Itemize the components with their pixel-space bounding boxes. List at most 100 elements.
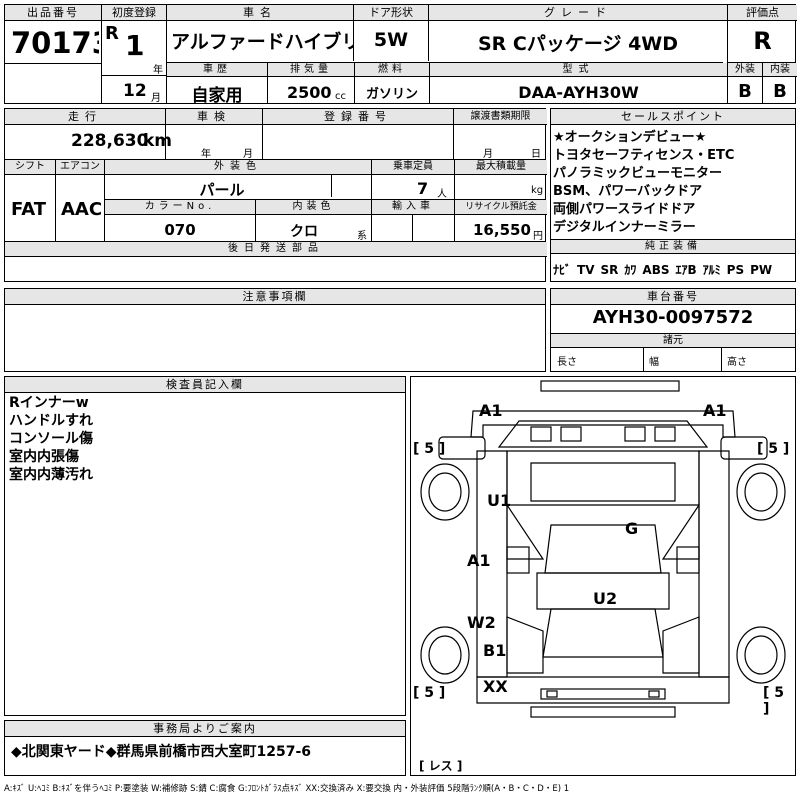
interior-color-unit: 系 [357,231,367,242]
grade-header: グレード [429,5,727,21]
equip-item: ﾅﾋﾞ [553,263,572,277]
mileage-header: 走行 [5,109,165,125]
score: R [753,27,772,55]
inspector-line: コンソール傷 [9,431,93,447]
sales-point-item: BSM、パワーバックドア [553,184,703,199]
sales-point-block: セールスポイント ★オークションデビュー★ トヨタセーフティセンス・ETC パノラミ… [550,108,796,282]
damage-mark-a1-left: A1 [467,551,491,570]
damage-mark-b1: B1 [483,641,507,660]
notes-block: 注意事項欄 [4,288,546,372]
disp-header: 排気量 [268,63,354,77]
interior-color: クロ [290,224,318,240]
score-header: 評価点 [728,5,797,21]
year-unit: 年 [153,65,163,76]
car-name: アルファードハイブリッド [171,31,353,53]
equip-item: ABS [642,263,670,277]
aircon: AAC [61,199,103,220]
reg-month: 12 [123,81,147,101]
damage-mark-a1-tl: A1 [479,401,503,420]
exterior-color: パール [199,181,245,199]
inspect-year-unit: 年 [201,149,211,160]
equip-item: ｶﾜ [624,263,637,277]
history: 自家用 [191,86,243,106]
shift-header: シフト [5,160,55,175]
tire-front-right: [ 5 ] [757,441,790,457]
sales-point-item: 両側パワースライドドア [553,202,696,217]
tire-front-left: [ 5 ] [413,441,446,457]
chassis-header: 車台番号 [551,289,795,305]
inspect-month-unit: 月 [243,149,253,160]
lot-number: 70173 [11,26,99,60]
equip-item: PS [726,263,745,277]
spare-tire: [ レス ] [419,759,463,773]
disp-unit: cc [335,91,346,102]
inspector-line: 室内内薄汚れ [9,467,93,483]
sales-point-item: デジタルインナーミラー [553,220,696,235]
damage-mark-u2: U2 [593,589,618,608]
inspector-lines: Rインナーw ハンドルすれ コンソール傷 室内内張傷 室内内薄汚れ [9,394,93,484]
color-header: 外装色 [105,160,371,175]
width-label: 幅 [649,357,659,368]
model-header: 型式 [430,63,727,77]
month-unit: 月 [151,93,161,104]
transfer-day-unit: 日 [531,149,541,160]
lot-header-cell: 出品番号 [5,5,101,21]
equip-list: ﾅﾋﾞ TV SR ｶﾜ ABS ｴｱB ｱﾙﾐ PS PW [553,261,793,278]
inspect-header: 車検 [166,109,262,125]
equip-item: PW [750,263,773,277]
ext-header: 外装 [728,63,762,77]
equip-item: ｱﾙﾐ [702,263,721,277]
length-label: 長さ [557,357,577,368]
import-header: 輸入車 [372,200,454,215]
color-number: 070 [164,221,196,239]
equip-item: TV [577,263,595,277]
shift: FAT [11,199,47,220]
sales-point-item: トヨタセーフティセンス・ETC [553,148,735,163]
damage-mark-u1: U1 [487,491,512,510]
equip-header: 純正装備 [551,240,795,254]
inspector-line: Rインナーw [9,395,89,411]
first-reg-header: 初度登録 [102,5,166,21]
sales-list: ★オークションデビュー★ トヨタセーフティセンス・ETC パノラミックビューモニター… [553,129,793,237]
damage-mark-a1-tr: A1 [703,401,727,420]
car-outline [420,380,786,718]
reg-year: 1 [125,29,145,62]
office-header: 事務局よりご案内 [5,721,405,737]
equip-item: ｴｱB [675,263,697,277]
displacement: 2500 [287,83,332,102]
era: R [105,23,119,44]
office-text: ◆北関東ヤード◆群馬県前橋市西大室町1257-6 [11,744,312,760]
transfer-header: 譲渡書類期限 [454,109,547,125]
damage-mark-xx: XX [483,677,508,696]
notes-header: 注意事項欄 [5,289,545,305]
tire-rear-left: [ 5 ] [413,685,446,701]
mileage-unit: km [143,131,173,151]
history-header: 車歴 [167,63,267,77]
damage-mark-g: G [625,519,639,538]
fuel-header: 燃料 [355,63,429,77]
load-header: 最大積載量 [455,160,547,175]
grade: SR Cパッケージ 4WD [477,33,679,55]
name-header: 車名 [167,5,353,21]
details-block: 走行 車検 登録番号 譲渡書類期限 228,630 km 年 月 月 日 シフト… [4,108,547,282]
damage-mark-w2: W2 [467,613,496,632]
chassis-number: AYH30-0097572 [592,307,754,328]
recycle-fee: 16,550 [473,221,531,239]
intcolor-header: 内装色 [256,200,371,215]
header-block: 出品番号 70173 初度登録 R 1 年 12 月 車名 アルファードハイブリ… [4,4,797,106]
legend: A:ｷｽﾞ U:ﾍｺﾐ B:ｷｽﾞを伴うﾍｺﾐ P:要塗装 W:補修跡 S:錆 … [4,784,570,794]
int-grade: B [773,81,787,102]
inspector-header: 検査員記入欄 [5,377,405,393]
capacity-unit: 人 [437,189,447,200]
fuel: ガソリン [365,87,418,102]
capacity: 7 [417,179,429,198]
recycle-unit: 円 [533,231,543,242]
recycle-header: リサイクル預託金 [455,200,547,215]
ext-grade: B [738,81,752,102]
load-unit: kg [531,185,544,196]
equip-item: SR [600,263,619,277]
transfer-month-unit: 月 [483,149,493,160]
dims-header: 諸元 [551,334,795,348]
capacity-header: 乗車定員 [372,160,454,175]
door-type: 5W [373,29,409,51]
